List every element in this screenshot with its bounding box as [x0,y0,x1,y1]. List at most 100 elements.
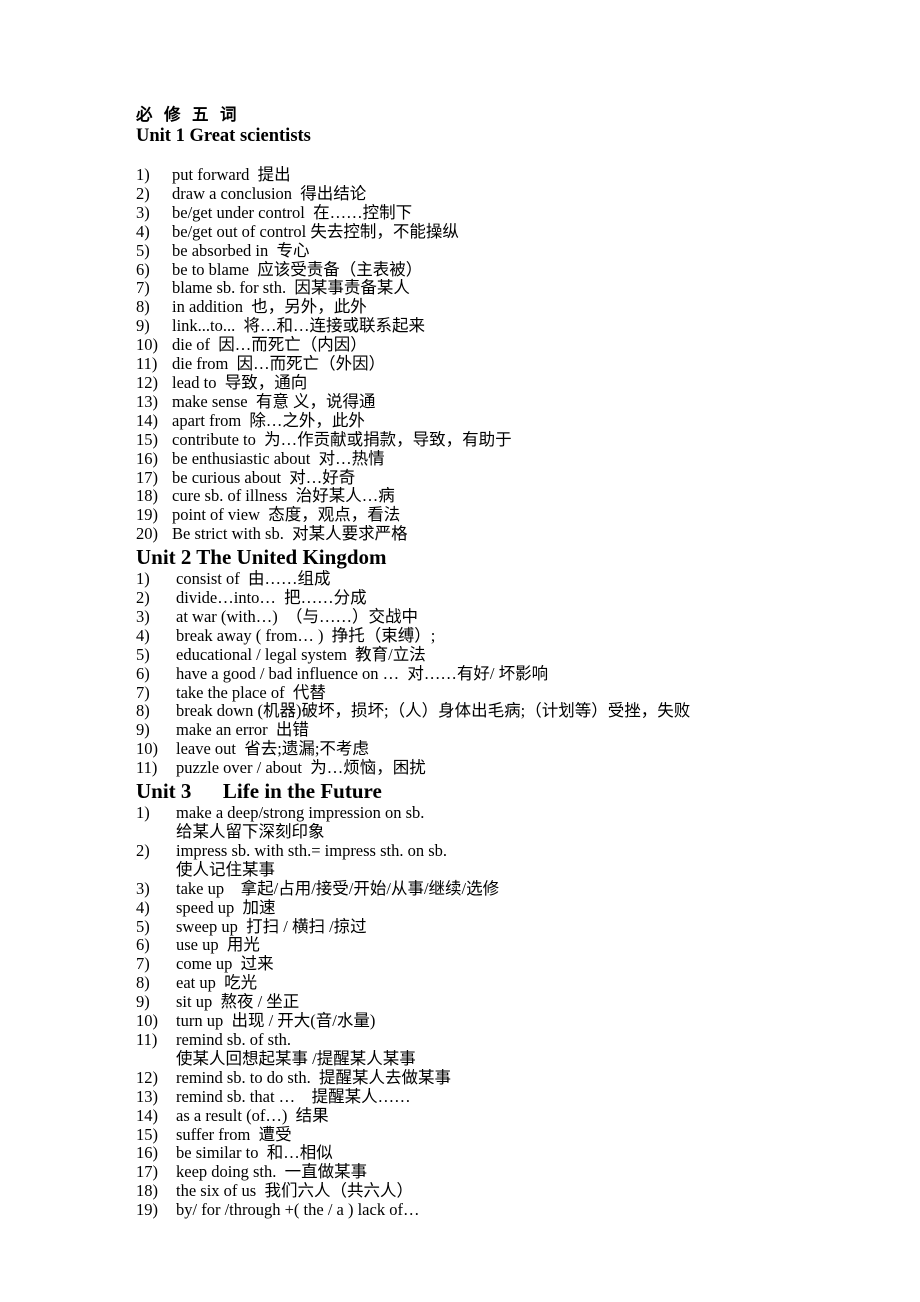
phrase-text: puzzle over / about 为…烦恼，困扰 [176,758,426,778]
phrase-text: in addition 也，另外，此外 [172,297,367,317]
phrase-item: 9) sit up 熬夜 / 坐正 [136,992,876,1012]
phrase-number: 17) [136,1162,158,1182]
phrase-item: 4) speed up 加速 [136,897,876,918]
phrase-text: sweep up 打扫 / 横扫 /掠过 [176,916,367,936]
phrase-text: at war (with…) （与……）交战中 [176,606,418,626]
phrase-number: 9) [136,992,150,1012]
phrase-text: remind sb. that … 提醒某人…… [176,1086,411,1106]
phrase-item: 3) be/get under control 在……控制下 [136,202,876,223]
phrase-number: 3) [136,878,150,898]
phrase-item: 13) make sense 有意 义，说得通 [136,391,876,412]
phrase-text: be absorbed in 专心 [172,240,310,260]
phrase-number: 3) [136,202,150,222]
phrase-number: 20) [136,524,158,544]
phrase-number: 6) [136,663,150,683]
phrase-list-unit-1: 1) put forward 提出 2) draw a conclusion 得出结论… [136,165,876,544]
phrase-item: 2) draw a conclusion 得出结论 [136,183,876,204]
phrase-item: 8) break down (机器)破坏，损坏;（人）身体出毛病;（计划等）受挫，… [136,702,876,721]
document-page: 必 修 五 词 Unit 1 Great scientists 1) put fo… [0,0,920,1302]
phrase-text: impress sb. with sth.= impress sth. on s… [176,840,448,860]
phrase-item: 10) leave out 省去;遗漏;不考虑 [136,739,876,759]
phrase-number: 1) [136,165,150,184]
phrase-item: 12) remind sb. to do sth. 提醒某人去做某事 [136,1067,876,1088]
phrase-number: 2) [136,183,150,203]
phrase-number: 16) [136,1143,158,1163]
phrase-item: 18) the six of us 我们六人（共六人） [136,1181,876,1201]
phrase-text: take up 拿起/占用/接受/开始/从事/继续/选修 [176,878,500,898]
phrase-translation: 使人记住某事 [176,859,275,879]
phrase-text: die from 因…而死亡（外因） [172,354,386,374]
phrase-text: use up 用光 [176,935,260,955]
phrase-number: 6) [136,935,150,955]
phrase-text: educational / legal system 教育/立法 [176,644,426,664]
unit-heading-2: Unit 2 The United Kingdom [136,545,387,570]
phrase-number: 8) [136,973,150,993]
phrase-item: 1) make a deep/strong impression on sb. 给某… [136,803,876,842]
phrase-item: 6) have a good / bad influence on … 对……有好… [136,663,876,684]
phrase-item: 3) take up 拿起/占用/接受/开始/从事/继续/选修 [136,878,876,899]
phrase-number: 13) [136,1086,158,1106]
phrase-text: make an error 出错 [176,720,309,740]
phrase-number: 5) [136,240,150,260]
phrase-text: take the place of 代替 [176,682,326,702]
phrase-number: 3) [136,606,150,626]
phrase-number: 18) [136,486,158,506]
phrase-item: 3) at war (with…) （与……）交战中 [136,606,876,627]
phrase-item: 8) eat up 吃光 [136,973,876,993]
unit-heading-1: Unit 1 Great scientists [136,126,311,146]
phrase-item: 5) be absorbed in 专心 [136,240,876,261]
phrase-number: 11) [136,354,158,374]
phrase-number: 4) [136,221,150,241]
phrase-text: blame sb. for sth. 因某事责备某人 [172,278,410,298]
phrase-item: 7) come up 过来 [136,954,876,974]
document-title: 必 修 五 词 [136,105,237,124]
phrase-number: 13) [136,391,158,411]
phrase-translation: 给某人留下深刻印象 [176,822,325,841]
phrase-item: 20) Be strict with sb. 对某人要求严格 [136,524,876,544]
phrase-number: 15) [136,429,158,449]
phrase-text: break away ( from… ) 挣托（束缚）; [176,625,436,645]
phrase-item: 10) turn up 出现 / 开大(音/水量) [136,1011,876,1031]
phrase-text: remind sb. of sth. [176,1029,292,1049]
heading-spacer [136,148,876,166]
phrase-item: 17) keep doing sth. 一直做某事 [136,1162,876,1182]
phrase-number: 10) [136,335,158,355]
phrase-text: keep doing sth. 一直做某事 [176,1162,368,1182]
phrase-text: lead to 导致，通向 [172,372,308,392]
phrase-item: 1) put forward 提出 [136,165,876,185]
phrase-item: 9) make an error 出错 [136,720,876,740]
phrase-number: 4) [136,625,150,645]
phrase-item: 19) point of view 态度，观点，看法 [136,505,876,525]
phrase-item: 10) die of 因…而死亡（内因） [136,335,876,355]
phrase-item: 5) sweep up 打扫 / 横扫 /掠过 [136,916,876,937]
phrase-item: 15) suffer from 遭受 [136,1125,876,1145]
phrase-number: 14) [136,1105,158,1125]
phrase-text: as a result (of…) 结果 [176,1105,329,1125]
phrase-item: 6) use up 用光 [136,936,876,955]
phrase-list-unit-2: 1) consist of 由……组成 2) divide…into… 把……分成 3)… [136,569,876,778]
phrase-number: 7) [136,682,150,702]
phrase-text: remind sb. to do sth. 提醒某人去做某事 [176,1067,451,1087]
unit-heading-3: Unit 3 Life in the Future [136,779,382,804]
phrase-number: 18) [136,1181,158,1201]
phrase-number: 8) [136,297,150,317]
phrase-number: 9) [136,316,150,336]
phrase-number: 4) [136,897,150,917]
phrase-item: 1) consist of 由……组成 [136,569,876,589]
phrase-item: 12) lead to 导致，通向 [136,372,876,393]
phrase-item: 18) cure sb. of illness 治好某人…病 [136,487,876,506]
phrase-number: 1) [136,803,150,823]
phrase-number: 10) [136,739,158,759]
phrase-translation: 使某人回想起某事 /提醒某人某事 [176,1048,416,1068]
phrase-item: 11) puzzle over / about 为…烦恼，困扰 [136,758,876,778]
phrase-text: be/get under control 在……控制下 [172,202,413,222]
phrase-item: 13) remind sb. that … 提醒某人…… [136,1086,876,1107]
phrase-item: 9) link...to... 将…和…连接或联系起来 [136,316,876,336]
phrase-text: leave out 省去;遗漏;不考虑 [176,739,369,759]
phrase-text: come up 过来 [176,954,274,974]
phrase-text: make a deep/strong impression on sb. [176,803,425,823]
phrase-item: 14) as a result (of…) 结果 [136,1105,876,1126]
phrase-text: be curious about 对…好奇 [172,467,356,487]
phrase-text: draw a conclusion 得出结论 [172,183,367,203]
phrase-text: divide…into… 把……分成 [176,588,367,608]
